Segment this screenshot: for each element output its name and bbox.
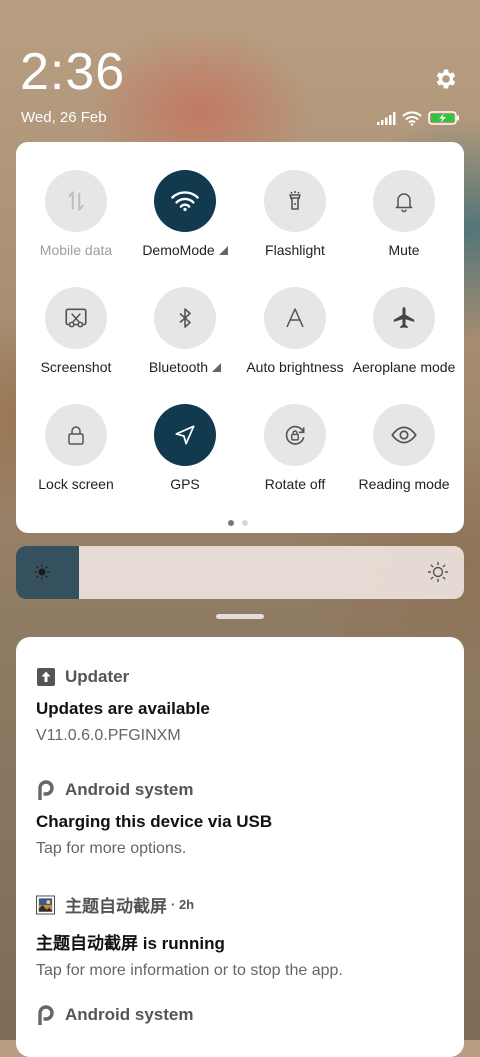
notification-android-system-2[interactable]: Android system xyxy=(36,1005,193,1025)
arrow-up-box-icon xyxy=(36,668,55,687)
tile-label: Auto brightness xyxy=(246,359,344,375)
rotate-lock-icon xyxy=(264,404,326,466)
app-thumbnail-icon xyxy=(36,895,55,914)
tile-label: Reading mode xyxy=(358,476,450,492)
tile-bluetooth[interactable]: Bluetooth xyxy=(130,287,240,375)
notification-app-name: Android system xyxy=(65,1005,194,1024)
notification-text: Tap for more information or to stop the … xyxy=(36,962,343,979)
bluetooth-icon xyxy=(154,287,216,349)
notification-app-name: Updater xyxy=(65,667,130,686)
page-indicator xyxy=(228,520,248,526)
wifi-icon xyxy=(402,110,422,126)
tile-auto-brightness[interactable]: Auto brightness xyxy=(240,287,350,375)
tile-label: Aeroplane mode xyxy=(352,359,456,375)
bell-icon xyxy=(373,170,435,232)
sun-small-icon xyxy=(34,564,50,580)
wifi-icon xyxy=(154,170,216,232)
menu-triangle-icon xyxy=(218,246,228,255)
sun-large-icon xyxy=(428,562,448,582)
flashlight-icon xyxy=(264,170,326,232)
notification-android-system[interactable]: Android system Charging this device via … xyxy=(36,780,272,858)
android-p-icon xyxy=(36,1005,55,1025)
notification-title: Updates are available xyxy=(36,699,210,718)
notification-panel: Updater Updates are available V11.0.6.0.… xyxy=(16,637,464,1057)
battery-charging-icon xyxy=(428,111,459,125)
tile-flashlight[interactable]: Flashlight xyxy=(240,170,350,258)
menu-triangle-icon xyxy=(212,363,222,372)
date[interactable]: Wed, 26 Feb xyxy=(21,109,107,126)
tile-reading-mode[interactable]: Reading mode xyxy=(349,404,459,492)
notification-updater[interactable]: Updater Updates are available V11.0.6.0.… xyxy=(36,667,210,745)
drag-handle[interactable] xyxy=(216,614,264,619)
eye-icon xyxy=(373,404,435,466)
status-icons xyxy=(377,109,460,127)
airplane-icon xyxy=(373,287,435,349)
notification-title: 主题自动截屏 is running xyxy=(36,934,225,953)
tile-label: Screenshot xyxy=(40,359,112,375)
notification-app-name: 主题自动截屏 xyxy=(65,897,167,916)
mobile-data-icon xyxy=(45,170,107,232)
tile-label: GPS xyxy=(170,476,200,492)
notification-time-row: · 2h xyxy=(171,897,195,912)
notification-header: Updater xyxy=(36,667,210,687)
tile-lock-screen[interactable]: Lock screen xyxy=(21,404,131,492)
tile-mobile-data[interactable]: Mobile data xyxy=(21,170,131,258)
notification-text: Tap for more options. xyxy=(36,840,187,857)
tile-label-row: Bluetooth xyxy=(130,359,240,375)
notification-time: 2h xyxy=(178,897,195,912)
tile-gps[interactable]: GPS xyxy=(130,404,240,492)
tile-label: Lock screen xyxy=(38,476,114,492)
tile-label-row: DemoMode xyxy=(130,242,240,258)
notification-header: Android system xyxy=(36,780,272,800)
brightness-slider[interactable] xyxy=(16,546,464,599)
android-p-icon xyxy=(36,780,55,800)
tile-aeroplane-mode[interactable]: Aeroplane mode xyxy=(349,287,459,375)
notification-text: V11.0.6.0.PFGINXM xyxy=(36,727,181,744)
auto-brightness-icon xyxy=(264,287,326,349)
tile-mute[interactable]: Mute xyxy=(349,170,459,258)
notification-title: Charging this device via USB xyxy=(36,812,273,831)
notification-theme-screenshot[interactable]: 主题自动截屏 · 2h 主题自动截屏 is running Tap for mo… xyxy=(36,892,343,980)
screenshot-icon xyxy=(45,287,107,349)
page-dot-2[interactable] xyxy=(242,520,248,526)
tile-label: Bluetooth xyxy=(148,359,209,375)
clock[interactable]: 2:36 xyxy=(20,42,125,102)
tile-demomode[interactable]: DemoMode xyxy=(130,170,240,258)
tile-rotate-off[interactable]: Rotate off xyxy=(240,404,350,492)
gear-icon[interactable] xyxy=(433,66,459,92)
tile-label: Rotate off xyxy=(264,476,326,492)
quick-settings-panel: Mobile data DemoMode Flashlight Mute Scr… xyxy=(16,142,464,533)
location-arrow-icon xyxy=(154,404,216,466)
tile-label: Mute xyxy=(388,242,420,258)
notification-app-name: Android system xyxy=(65,780,194,799)
lock-icon xyxy=(45,404,107,466)
tile-label: Mobile data xyxy=(39,242,113,258)
notification-header: 主题自动截屏 · 2h xyxy=(36,892,343,917)
tile-label: Flashlight xyxy=(265,242,325,258)
page-dot-1[interactable] xyxy=(228,520,234,526)
notification-header: Android system xyxy=(36,1005,193,1025)
tile-label: DemoMode xyxy=(142,242,215,258)
cell-signal-icon xyxy=(377,111,396,125)
tile-screenshot[interactable]: Screenshot xyxy=(21,287,131,375)
